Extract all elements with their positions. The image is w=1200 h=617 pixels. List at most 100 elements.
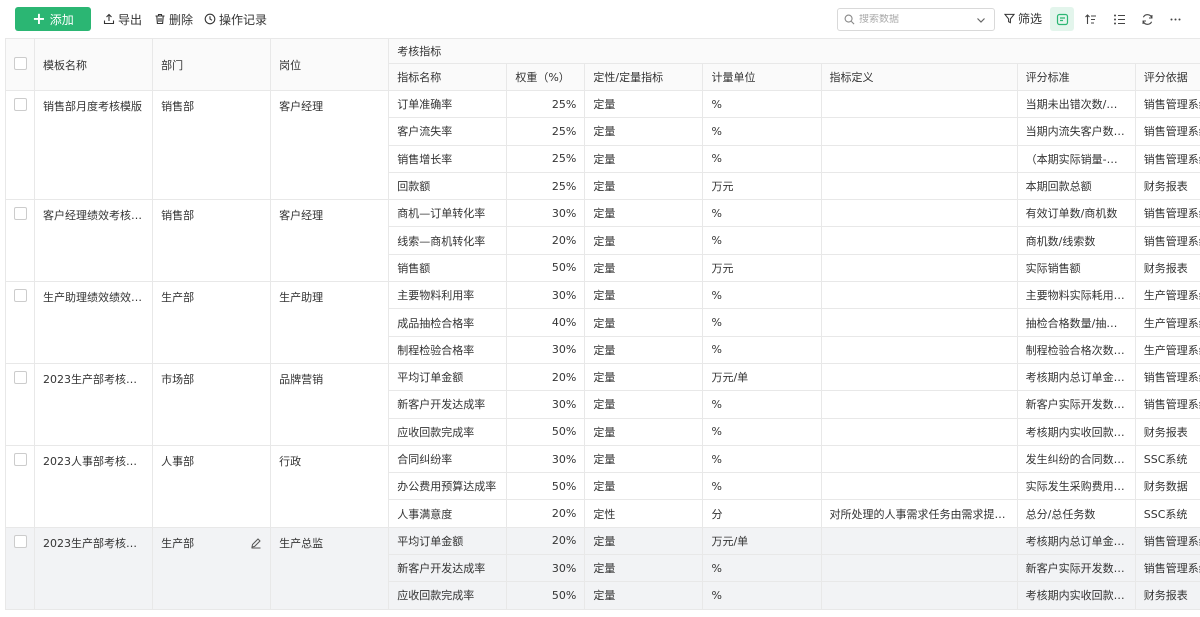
department-text: 生产部 xyxy=(161,536,195,550)
header-weight[interactable]: 权重（%） xyxy=(506,63,586,91)
standard-cell: 发生纠纷的合同数量... xyxy=(1016,444,1136,474)
type-cell: 定量 xyxy=(584,554,704,583)
row-checkbox[interactable] xyxy=(13,98,27,111)
header-template-name[interactable]: 模板名称 xyxy=(34,38,154,91)
definition-cell xyxy=(820,444,1018,474)
refresh-icon xyxy=(1142,13,1152,25)
filter-button[interactable]: 筛选 xyxy=(1004,10,1042,27)
export-label: 导出 xyxy=(118,12,143,27)
standard-cell: 有效订单数/商机数 xyxy=(1016,199,1136,228)
row-checkbox[interactable] xyxy=(13,289,27,303)
header-position[interactable]: 岗位 xyxy=(270,38,390,91)
weight-cell: 40% xyxy=(506,308,586,337)
standard-cell: 主要物料实际耗用量... xyxy=(1016,281,1136,310)
position-cell: 品牌营销 xyxy=(270,362,390,446)
table-row[interactable]: 2023人事部考核模板 人事部 行政 合同纠纷率 30% 定量% 发生纠纷的合同数量... S… xyxy=(5,444,1200,528)
basis-cell: SSC系统 xyxy=(1134,444,1200,474)
position-cell: 客户经理 xyxy=(270,199,390,283)
unit-cell: % xyxy=(702,335,822,364)
row-checkbox[interactable] xyxy=(13,452,27,466)
indicator-name-cell: 订单准确率 xyxy=(388,89,508,119)
header-department[interactable]: 部门 xyxy=(152,38,272,91)
indicator-name-cell: 办公费用预算达成率 xyxy=(388,472,508,501)
position-cell: 客户经理 xyxy=(270,89,390,201)
standard-cell: （本期实际销量-上... xyxy=(1016,144,1136,173)
header-definition[interactable]: 指标定义 xyxy=(820,63,1018,91)
refresh-button[interactable] xyxy=(1135,7,1159,31)
row-checkbox[interactable] xyxy=(13,207,27,221)
add-button-label: 添加 xyxy=(49,12,74,27)
header-standard[interactable]: 评分标准 xyxy=(1016,63,1136,91)
indicator-name-cell: 人事满意度 xyxy=(388,499,508,528)
export-icon xyxy=(103,13,115,25)
type-cell: 定量 xyxy=(584,89,704,119)
definition-cell xyxy=(820,89,1018,119)
type-cell: 定量 xyxy=(584,281,704,310)
header-indicator-name[interactable]: 指标名称 xyxy=(388,63,508,91)
definition-cell xyxy=(820,581,1018,610)
basis-cell: 销售管理系统 xyxy=(1134,226,1200,255)
weight-cell: 50% xyxy=(506,417,586,446)
standard-cell: 考核期内实收回款总... xyxy=(1016,581,1136,610)
view-toggle-button[interactable] xyxy=(1050,7,1074,31)
type-cell: 定量 xyxy=(584,144,704,173)
indicator-name-cell: 合同纠纷率 xyxy=(388,444,508,474)
weight-cell: 25% xyxy=(506,144,586,173)
select-all-cell xyxy=(5,38,36,91)
type-cell: 定量 xyxy=(584,390,704,419)
unit-cell: % xyxy=(702,417,822,446)
weight-cell: 20% xyxy=(506,526,586,556)
search-icon xyxy=(844,14,855,25)
chevron-down-icon[interactable] xyxy=(976,15,986,25)
header-qual-quant[interactable]: 定性/定量指标 xyxy=(584,63,704,91)
unit-cell: % xyxy=(702,390,822,419)
weight-cell: 30% xyxy=(506,281,586,310)
table-row[interactable]: 2023生产部考核模板 市场部 品牌营销 平均订单金额 20% 定量 万元/单 考核期内总订单… xyxy=(5,362,1200,446)
position-cell: 行政 xyxy=(270,444,390,528)
type-cell: 定量 xyxy=(584,199,704,228)
template-name-cell: 客户经理绩效考核模... xyxy=(34,199,154,283)
table-row[interactable]: 生产助理绩效绩效考... 生产部 生产助理 主要物料利用率 30% 定量% 主要物料实际耗用… xyxy=(5,281,1200,364)
header-unit[interactable]: 计量单位 xyxy=(702,63,822,91)
more-button[interactable] xyxy=(1163,7,1187,31)
standard-cell: 当期内流失客户数/... xyxy=(1016,117,1136,146)
unit-cell: 万元 xyxy=(702,253,822,283)
indicator-name-cell: 应收回款完成率 xyxy=(388,417,508,446)
definition-cell xyxy=(820,281,1018,310)
definition-cell xyxy=(820,417,1018,446)
row-checkbox[interactable] xyxy=(13,370,27,384)
header-basis[interactable]: 评分依据 xyxy=(1134,63,1200,91)
toolbar: + 添加 导出 删除 操作记录 筛选 xyxy=(0,0,1200,38)
table-row[interactable]: 销售部月度考核模版 销售部 客户经理 订单准确率 25% 定量% 当期未出错次数/当... 销… xyxy=(5,89,1200,201)
definition-cell xyxy=(820,144,1018,173)
weight-cell: 25% xyxy=(506,89,586,119)
department-cell: 市场部 xyxy=(152,362,272,446)
table-row[interactable]: 2023生产部考核模板 生产部 生产总监 平均订单金额 20% 定量 万元/单 考核期内总订单… xyxy=(5,526,1200,610)
basis-cell: SSC系统 xyxy=(1134,499,1200,528)
unit-cell: % xyxy=(702,444,822,474)
standard-cell: 新客户实际开发数量... xyxy=(1016,554,1136,583)
search-box[interactable] xyxy=(837,8,995,31)
basis-cell: 生产管理系统 xyxy=(1134,281,1200,310)
row-checkbox[interactable] xyxy=(13,534,27,548)
add-button[interactable]: + 添加 xyxy=(15,7,91,31)
type-cell: 定量 xyxy=(584,362,704,392)
column-settings-button[interactable] xyxy=(1107,7,1131,31)
select-all-checkbox[interactable] xyxy=(13,56,27,70)
edit-icon[interactable] xyxy=(250,537,262,549)
export-button[interactable]: 导出 xyxy=(103,10,142,28)
indicator-name-cell: 平均订单金额 xyxy=(388,362,508,392)
sort-button[interactable] xyxy=(1078,7,1102,31)
delete-button[interactable]: 删除 xyxy=(154,10,193,28)
list-settings-icon xyxy=(1113,14,1125,24)
search-input[interactable] xyxy=(859,14,971,25)
plus-icon: + xyxy=(32,9,46,28)
definition-cell xyxy=(820,362,1018,392)
position-cell: 生产总监 xyxy=(270,526,390,610)
table-row[interactable]: 客户经理绩效考核模... 销售部 客户经理 商机—订单转化率 30% 定量% 有效订单数/商… xyxy=(5,199,1200,283)
standard-cell: 实际销售额 xyxy=(1016,253,1136,283)
unit-cell: % xyxy=(702,554,822,583)
operation-log-button[interactable]: 操作记录 xyxy=(204,10,267,28)
basis-cell: 财务报表 xyxy=(1134,417,1200,446)
filter-icon xyxy=(1004,13,1015,24)
